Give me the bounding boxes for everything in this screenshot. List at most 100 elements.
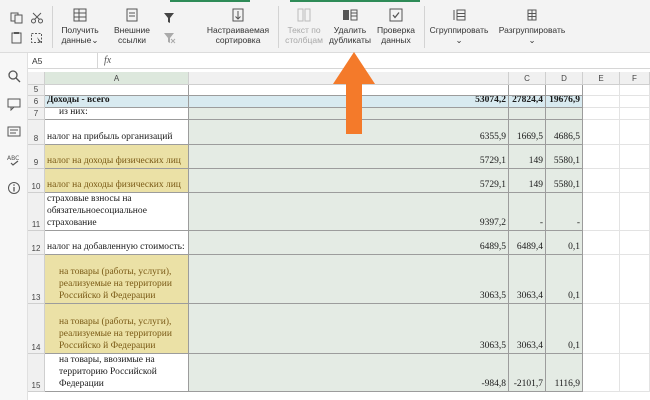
row-header[interactable]: 15 [28, 354, 45, 392]
cell-c[interactable]: 3063,4 [509, 304, 546, 354]
cell-d[interactable] [546, 108, 583, 120]
cell-c[interactable] [509, 108, 546, 120]
cell-f[interactable] [620, 255, 650, 304]
cell-e[interactable] [583, 85, 620, 96]
cell-b[interactable]: 3063,5 [189, 255, 509, 304]
cell-a[interactable]: страховые взносы на обязательноесоциальн… [45, 193, 189, 231]
row-header[interactable]: 11 [28, 193, 45, 231]
name-box[interactable]: A5 [28, 53, 98, 69]
remove-duplicates-button[interactable]: Удалить дубликаты [328, 8, 372, 45]
cell-d[interactable]: 19676,9 [546, 96, 583, 108]
cell-d[interactable]: 1116,9 [546, 354, 583, 392]
cell-d[interactable] [546, 85, 583, 96]
cell-e[interactable] [583, 120, 620, 145]
comment-icon[interactable] [7, 97, 21, 111]
row-header[interactable]: 14 [28, 304, 45, 354]
row-header[interactable]: 8 [28, 120, 45, 145]
select-all-corner[interactable] [28, 72, 45, 85]
cell-a[interactable]: налог на добавленную стоимость: [45, 231, 189, 255]
cell-e[interactable] [583, 169, 620, 193]
cell-c[interactable] [509, 85, 546, 96]
cell-b[interactable]: 6489,5 [189, 231, 509, 255]
cell-b[interactable]: 5729,1 [189, 145, 509, 169]
cell-f[interactable] [620, 85, 650, 96]
cell-f[interactable] [620, 231, 650, 255]
info-icon[interactable] [7, 181, 21, 195]
cell-e[interactable] [583, 96, 620, 108]
column-header-e[interactable]: E [583, 72, 620, 85]
cell-e[interactable] [583, 255, 620, 304]
cell-b[interactable]: 9397,2 [189, 193, 509, 231]
cell-e[interactable] [583, 231, 620, 255]
column-header-a[interactable]: A [45, 72, 189, 85]
cell-a[interactable]: налог на доходы физических лиц [45, 169, 189, 193]
row-header[interactable]: 12 [28, 231, 45, 255]
data-validation-button[interactable]: Проверка данных [374, 8, 418, 45]
row-header[interactable]: 9 [28, 145, 45, 169]
cell-f[interactable] [620, 193, 650, 231]
cell-b[interactable]: 3063,5 [189, 304, 509, 354]
column-header-d[interactable]: D [546, 72, 583, 85]
cell-d[interactable]: - [546, 193, 583, 231]
cell-e[interactable] [583, 304, 620, 354]
cell-d[interactable]: 5580,1 [546, 169, 583, 193]
copy-icon[interactable] [10, 12, 24, 24]
cell-c[interactable]: 149 [509, 169, 546, 193]
column-header-c[interactable]: C [509, 72, 546, 85]
cell-c[interactable]: 27824,4 [509, 96, 546, 108]
cut-icon[interactable] [30, 12, 44, 24]
cell-a[interactable]: налог на доходы физических лиц [45, 145, 189, 169]
cell-d[interactable]: 4686,5 [546, 120, 583, 145]
cell-a[interactable]: на товары, ввозимые на территорию Россий… [45, 354, 189, 392]
row-header[interactable]: 7 [28, 108, 45, 120]
select-all-icon[interactable] [30, 32, 44, 44]
column-header-f[interactable]: F [620, 72, 650, 85]
cell-f[interactable] [620, 169, 650, 193]
cell-d[interactable]: 0,1 [546, 231, 583, 255]
cell-c[interactable]: -2101,7 [509, 354, 546, 392]
cell-f[interactable] [620, 145, 650, 169]
cell-f[interactable] [620, 120, 650, 145]
cell-a[interactable]: налог на прибыль организаций [45, 120, 189, 145]
cell-a[interactable]: из них: [45, 108, 189, 120]
cell-e[interactable] [583, 108, 620, 120]
cell-d[interactable]: 0,1 [546, 255, 583, 304]
custom-sort-button[interactable]: Настраиваемая сортировка [203, 8, 273, 45]
paste-icon[interactable] [10, 32, 24, 44]
cell-f[interactable] [620, 108, 650, 120]
search-icon[interactable] [7, 69, 21, 83]
cell-a[interactable]: на товары (работы, услуги), реализуемые … [45, 304, 189, 354]
cell-a[interactable]: Доходы - всего [45, 96, 189, 108]
row-header[interactable]: 6 [28, 96, 45, 108]
cell-b[interactable]: -984,8 [189, 354, 509, 392]
cell-f[interactable] [620, 304, 650, 354]
cell-c[interactable]: 149 [509, 145, 546, 169]
cell-d[interactable]: 5580,1 [546, 145, 583, 169]
spellcheck-icon[interactable]: ABC [7, 153, 21, 167]
cell-e[interactable] [583, 193, 620, 231]
cell-f[interactable] [620, 96, 650, 108]
filter-icon[interactable] [162, 12, 176, 24]
chat-icon[interactable] [7, 125, 21, 139]
cell-c[interactable]: 1669,5 [509, 120, 546, 145]
clear-filter-icon[interactable] [162, 32, 176, 44]
row-header[interactable]: 10 [28, 169, 45, 193]
cell-c[interactable]: - [509, 193, 546, 231]
cell-c[interactable]: 6489,4 [509, 231, 546, 255]
cell-d[interactable]: 0,1 [546, 304, 583, 354]
row-header[interactable]: 13 [28, 255, 45, 304]
ungroup-button[interactable]: Разгруппировать ⌄ [496, 8, 568, 45]
cell-c[interactable]: 3063,4 [509, 255, 546, 304]
external-links-button[interactable]: Внешние ссылки [108, 8, 156, 45]
group-button[interactable]: Сгруппировать ⌄ [428, 8, 490, 45]
cell-e[interactable] [583, 145, 620, 169]
cell-a[interactable] [45, 85, 189, 96]
cell-a[interactable]: на товары (работы, услуги), реализуемые … [45, 255, 189, 304]
cell-f[interactable] [620, 354, 650, 392]
fx-icon[interactable]: fx [104, 53, 111, 69]
text-to-columns-button[interactable]: Текст по столбцам [282, 8, 326, 45]
get-data-button[interactable]: Получить данные⌄ [55, 8, 105, 45]
cell-b[interactable]: 5729,1 [189, 169, 509, 193]
cell-e[interactable] [583, 354, 620, 392]
row-header[interactable]: 5 [28, 85, 45, 96]
